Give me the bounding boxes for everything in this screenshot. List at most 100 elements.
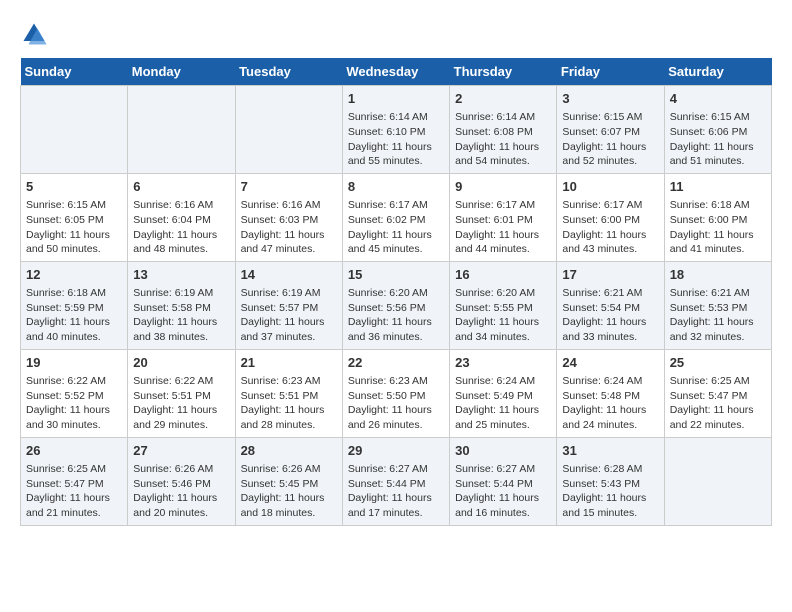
calendar-cell: 1 Sunrise: 6:14 AMSunset: 6:10 PMDaylight… — [342, 86, 449, 174]
calendar-cell: 22 Sunrise: 6:23 AMSunset: 5:50 PMDayligh… — [342, 349, 449, 437]
calendar-cell: 16 Sunrise: 6:20 AMSunset: 5:55 PMDayligh… — [450, 261, 557, 349]
calendar-cell: 17 Sunrise: 6:21 AMSunset: 5:54 PMDayligh… — [557, 261, 664, 349]
calendar-cell: 11 Sunrise: 6:18 AMSunset: 6:00 PMDayligh… — [664, 173, 771, 261]
calendar-cell — [21, 86, 128, 174]
day-content: Sunrise: 6:15 AMSunset: 6:06 PMDaylight:… — [670, 110, 766, 169]
header-saturday: Saturday — [664, 58, 771, 86]
day-content: Sunrise: 6:23 AMSunset: 5:50 PMDaylight:… — [348, 374, 444, 433]
day-content: Sunrise: 6:25 AMSunset: 5:47 PMDaylight:… — [670, 374, 766, 433]
day-content: Sunrise: 6:18 AMSunset: 5:59 PMDaylight:… — [26, 286, 122, 345]
calendar-cell: 15 Sunrise: 6:20 AMSunset: 5:56 PMDayligh… — [342, 261, 449, 349]
calendar-cell: 23 Sunrise: 6:24 AMSunset: 5:49 PMDayligh… — [450, 349, 557, 437]
day-content: Sunrise: 6:20 AMSunset: 5:56 PMDaylight:… — [348, 286, 444, 345]
logo — [20, 20, 52, 48]
day-number: 22 — [348, 354, 444, 372]
calendar-cell: 19 Sunrise: 6:22 AMSunset: 5:52 PMDayligh… — [21, 349, 128, 437]
header-sunday: Sunday — [21, 58, 128, 86]
day-number: 19 — [26, 354, 122, 372]
calendar-cell: 7 Sunrise: 6:16 AMSunset: 6:03 PMDaylight… — [235, 173, 342, 261]
day-content: Sunrise: 6:17 AMSunset: 6:02 PMDaylight:… — [348, 198, 444, 257]
day-content: Sunrise: 6:21 AMSunset: 5:54 PMDaylight:… — [562, 286, 658, 345]
calendar-cell: 29Sunrise: 6:27 AMSunset: 5:44 PMDayligh… — [342, 437, 449, 525]
day-number: 14 — [241, 266, 337, 284]
calendar-week-3: 12 Sunrise: 6:18 AMSunset: 5:59 PMDayligh… — [21, 261, 772, 349]
calendar-cell: 8 Sunrise: 6:17 AMSunset: 6:02 PMDaylight… — [342, 173, 449, 261]
header-monday: Monday — [128, 58, 235, 86]
calendar-cell: 5 Sunrise: 6:15 AMSunset: 6:05 PMDaylight… — [21, 173, 128, 261]
calendar-cell: 4 Sunrise: 6:15 AMSunset: 6:06 PMDaylight… — [664, 86, 771, 174]
header-wednesday: Wednesday — [342, 58, 449, 86]
calendar-cell: 12 Sunrise: 6:18 AMSunset: 5:59 PMDayligh… — [21, 261, 128, 349]
day-number: 18 — [670, 266, 766, 284]
day-number: 11 — [670, 178, 766, 196]
day-content: Sunrise: 6:16 AMSunset: 6:04 PMDaylight:… — [133, 198, 229, 257]
day-content: Sunrise: 6:20 AMSunset: 5:55 PMDaylight:… — [455, 286, 551, 345]
day-number: 29 — [348, 442, 444, 460]
day-number: 26 — [26, 442, 122, 460]
logo-icon — [20, 20, 48, 48]
day-content: Sunrise: 6:19 AMSunset: 5:58 PMDaylight:… — [133, 286, 229, 345]
day-content: Sunrise: 6:14 AMSunset: 6:10 PMDaylight:… — [348, 110, 444, 169]
day-content: Sunrise: 6:25 AMSunset: 5:47 PMDaylight:… — [26, 462, 122, 521]
calendar-cell — [128, 86, 235, 174]
day-content: Sunrise: 6:15 AMSunset: 6:07 PMDaylight:… — [562, 110, 658, 169]
day-number: 13 — [133, 266, 229, 284]
day-number: 6 — [133, 178, 229, 196]
calendar-cell: 21 Sunrise: 6:23 AMSunset: 5:51 PMDayligh… — [235, 349, 342, 437]
day-content: Sunrise: 6:23 AMSunset: 5:51 PMDaylight:… — [241, 374, 337, 433]
day-number: 31 — [562, 442, 658, 460]
calendar-cell: 20 Sunrise: 6:22 AMSunset: 5:51 PMDayligh… — [128, 349, 235, 437]
day-number: 25 — [670, 354, 766, 372]
day-content: Sunrise: 6:22 AMSunset: 5:51 PMDaylight:… — [133, 374, 229, 433]
day-number: 2 — [455, 90, 551, 108]
day-content: Sunrise: 6:26 AMSunset: 5:45 PMDaylight:… — [241, 462, 337, 521]
day-number: 1 — [348, 90, 444, 108]
header-tuesday: Tuesday — [235, 58, 342, 86]
day-number: 17 — [562, 266, 658, 284]
calendar-week-2: 5 Sunrise: 6:15 AMSunset: 6:05 PMDaylight… — [21, 173, 772, 261]
header-thursday: Thursday — [450, 58, 557, 86]
day-number: 30 — [455, 442, 551, 460]
day-number: 10 — [562, 178, 658, 196]
day-number: 16 — [455, 266, 551, 284]
day-number: 12 — [26, 266, 122, 284]
calendar-cell: 26 Sunrise: 6:25 AMSunset: 5:47 PMDayligh… — [21, 437, 128, 525]
day-number: 8 — [348, 178, 444, 196]
day-content: Sunrise: 6:22 AMSunset: 5:52 PMDaylight:… — [26, 374, 122, 433]
day-content: Sunrise: 6:15 AMSunset: 6:05 PMDaylight:… — [26, 198, 122, 257]
calendar-cell: 9 Sunrise: 6:17 AMSunset: 6:01 PMDaylight… — [450, 173, 557, 261]
calendar-cell: 27 Sunrise: 6:26 AMSunset: 5:46 PMDayligh… — [128, 437, 235, 525]
header-friday: Friday — [557, 58, 664, 86]
page-header — [20, 20, 772, 48]
day-number: 4 — [670, 90, 766, 108]
calendar-cell: 6 Sunrise: 6:16 AMSunset: 6:04 PMDaylight… — [128, 173, 235, 261]
calendar-cell: 28Sunrise: 6:26 AMSunset: 5:45 PMDayligh… — [235, 437, 342, 525]
day-number: 20 — [133, 354, 229, 372]
day-number: 23 — [455, 354, 551, 372]
calendar-header-row: SundayMondayTuesdayWednesdayThursdayFrid… — [21, 58, 772, 86]
day-number: 7 — [241, 178, 337, 196]
day-content: Sunrise: 6:17 AMSunset: 6:01 PMDaylight:… — [455, 198, 551, 257]
day-content: Sunrise: 6:21 AMSunset: 5:53 PMDaylight:… — [670, 286, 766, 345]
day-number: 15 — [348, 266, 444, 284]
calendar-cell: 18 Sunrise: 6:21 AMSunset: 5:53 PMDayligh… — [664, 261, 771, 349]
day-content: Sunrise: 6:24 AMSunset: 5:49 PMDaylight:… — [455, 374, 551, 433]
calendar-cell — [664, 437, 771, 525]
day-content: Sunrise: 6:18 AMSunset: 6:00 PMDaylight:… — [670, 198, 766, 257]
day-number: 27 — [133, 442, 229, 460]
day-content: Sunrise: 6:14 AMSunset: 6:08 PMDaylight:… — [455, 110, 551, 169]
day-number: 3 — [562, 90, 658, 108]
calendar-cell: 30Sunrise: 6:27 AMSunset: 5:44 PMDayligh… — [450, 437, 557, 525]
day-content: Sunrise: 6:26 AMSunset: 5:46 PMDaylight:… — [133, 462, 229, 521]
calendar-table: SundayMondayTuesdayWednesdayThursdayFrid… — [20, 58, 772, 526]
calendar-week-5: 26 Sunrise: 6:25 AMSunset: 5:47 PMDayligh… — [21, 437, 772, 525]
day-number: 9 — [455, 178, 551, 196]
calendar-week-1: 1 Sunrise: 6:14 AMSunset: 6:10 PMDaylight… — [21, 86, 772, 174]
day-number: 21 — [241, 354, 337, 372]
day-number: 24 — [562, 354, 658, 372]
day-number: 5 — [26, 178, 122, 196]
calendar-cell — [235, 86, 342, 174]
calendar-cell: 24 Sunrise: 6:24 AMSunset: 5:48 PMDayligh… — [557, 349, 664, 437]
day-content: Sunrise: 6:16 AMSunset: 6:03 PMDaylight:… — [241, 198, 337, 257]
day-content: Sunrise: 6:24 AMSunset: 5:48 PMDaylight:… — [562, 374, 658, 433]
